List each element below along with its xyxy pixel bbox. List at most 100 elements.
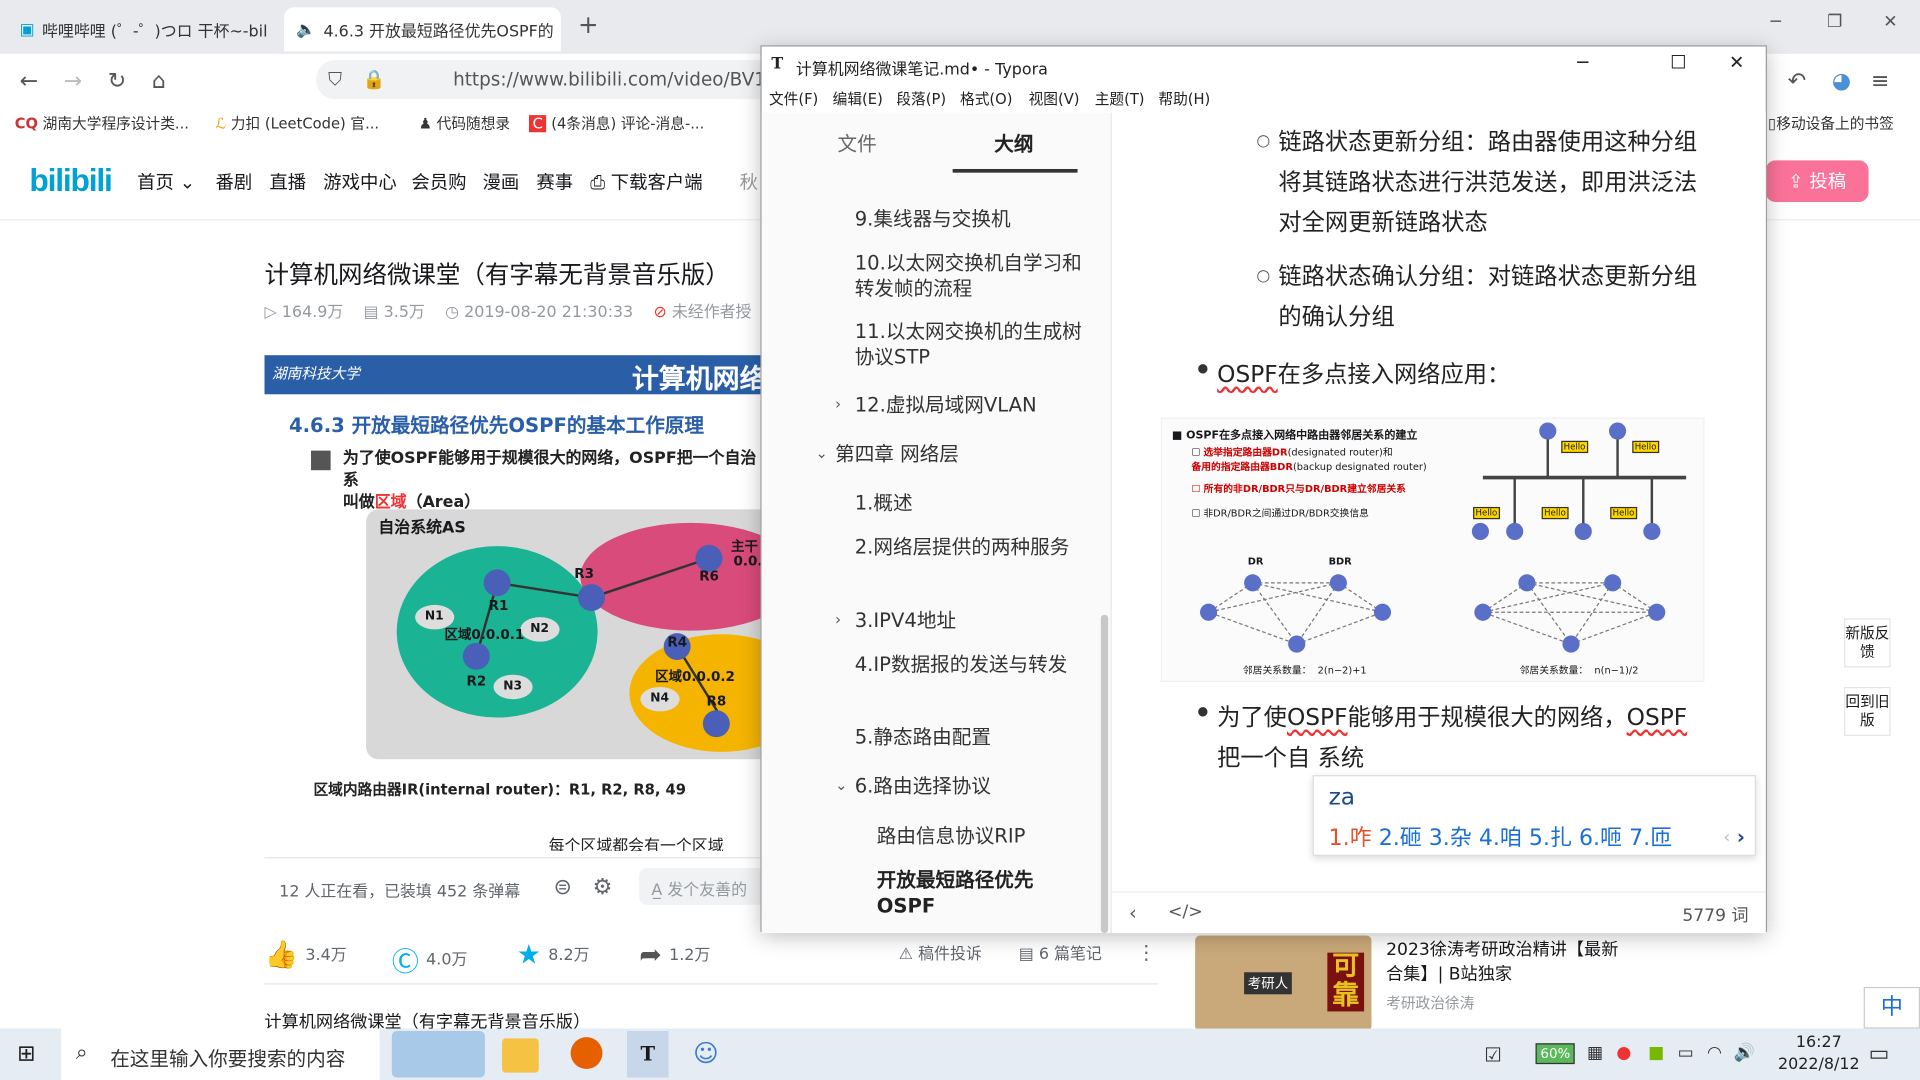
outline-item[interactable]: 4.IP数据报的发送与转发: [855, 651, 1088, 677]
outline-item[interactable]: 11.以太网交换机的生成树协议STP: [855, 318, 1088, 369]
ime-prev-icon[interactable]: ‹: [1723, 828, 1730, 848]
bookmark-item[interactable]: CQ 湖南大学程序设计类...: [15, 113, 189, 134]
nav-home[interactable]: 首页 ⌄: [137, 169, 195, 195]
bookmark-item[interactable]: ℒ 力扣 (LeetCode) 官...: [216, 113, 380, 134]
tray-app-icon[interactable]: ▦: [1587, 1043, 1603, 1063]
nav-download[interactable]: ⎙ 下载客户端: [590, 169, 702, 195]
nav-match[interactable]: 赛事: [536, 169, 573, 195]
nav-live[interactable]: 直播: [269, 169, 306, 195]
taskbar-clock[interactable]: 16:27 2022/8/12: [1778, 1032, 1860, 1076]
ime-indicator[interactable]: 中: [1863, 986, 1920, 1029]
search-input[interactable]: 秋: [740, 169, 758, 195]
task-view-icon[interactable]: ☑: [1484, 1043, 1502, 1066]
nav-manga[interactable]: 漫画: [482, 169, 519, 195]
outline-item[interactable]: 9.集线器与交换机: [855, 206, 1011, 232]
nav-mall[interactable]: 会员购: [411, 169, 466, 195]
tray-qq-icon[interactable]: ●: [1616, 1043, 1631, 1063]
menu-edit[interactable]: 编辑(E): [833, 88, 883, 109]
nvidia-icon[interactable]: ■: [1648, 1043, 1664, 1063]
report-button[interactable]: ⚠ 稿件投诉: [899, 940, 982, 963]
tab-bilibili-home[interactable]: ▣ 哔哩哔哩 (゜-゜)つロ 干杯~-bil ×: [7, 7, 276, 51]
ime-candidates[interactable]: 1.咋 2.砸 3.杂 4.咱 5.扎 6.咂 7.匝: [1329, 820, 1673, 852]
battery-icon[interactable]: ▭: [1678, 1043, 1694, 1063]
typora-task-icon[interactable]: T: [626, 1031, 669, 1078]
file-explorer-icon[interactable]: [502, 1038, 539, 1073]
outline-item-active[interactable]: 开放最短路径优先OSPF: [877, 867, 1073, 918]
lock-icon[interactable]: 🔒: [362, 69, 385, 91]
wifi-icon[interactable]: ◠: [1707, 1043, 1722, 1063]
close-tab-icon[interactable]: ×: [554, 20, 561, 38]
new-tab-button[interactable]: +: [578, 10, 599, 39]
undo-icon[interactable]: ↶: [1788, 69, 1806, 95]
notification-icon[interactable]: ▭: [1869, 1041, 1890, 1067]
minimize-icon[interactable]: ─: [1577, 51, 1588, 73]
share-button[interactable]: ➦ 1.2万: [639, 940, 710, 971]
outline-item[interactable]: › 12.虚拟局域网VLAN: [835, 392, 1037, 418]
menu-paragraph[interactable]: 段落(P): [896, 88, 946, 109]
menu-file[interactable]: 文件(F): [769, 88, 818, 109]
rec-author[interactable]: 考研政治徐涛: [1386, 992, 1474, 1013]
danmaku-settings-icon[interactable]: ⚙: [593, 874, 613, 900]
paragraph-line-editing[interactable]: 把一个自 系统: [1217, 738, 1364, 778]
search-highlight-image[interactable]: [391, 1031, 485, 1078]
minimize-icon[interactable]: ─: [1771, 12, 1781, 32]
forward-icon[interactable]: →: [64, 69, 82, 95]
menu-view[interactable]: 视图(V): [1029, 88, 1080, 109]
old-version-button[interactable]: 回到旧版: [1844, 686, 1891, 736]
restore-icon[interactable]: ❐: [1827, 12, 1842, 32]
chevron-left-icon[interactable]: ‹: [1129, 901, 1137, 924]
outline-item[interactable]: › 3.IPV4地址: [835, 607, 956, 633]
close-window-icon[interactable]: ✕: [1883, 12, 1897, 32]
extension-icon[interactable]: ◕: [1832, 69, 1851, 95]
bookmark-item[interactable]: ♟ 代码随想录: [419, 113, 510, 134]
tab-outline[interactable]: 大纲: [994, 127, 1033, 156]
notes-button[interactable]: ▤ 6 篇笔记: [1019, 940, 1102, 963]
battery-meter[interactable]: 60%: [1535, 1043, 1576, 1065]
tab-files[interactable]: 文件: [838, 127, 877, 156]
address-bar[interactable]: https://www.bilibili.com/video/BV1c4: [315, 60, 782, 100]
source-code-icon[interactable]: </>: [1168, 902, 1203, 922]
windows-start-icon[interactable]: ⊞: [17, 1041, 35, 1067]
firefox-icon[interactable]: [570, 1037, 603, 1069]
outline-item[interactable]: ⌄ 6.路由选择协议: [835, 773, 991, 799]
rec-title[interactable]: 2023徐涛考研政治精讲【最新合集】| B站独家: [1386, 938, 1631, 987]
like-button[interactable]: 👍 3.4万: [264, 940, 346, 971]
menu-icon[interactable]: ≡: [1871, 69, 1889, 95]
volume-icon[interactable]: 🔊: [1734, 1043, 1755, 1063]
outline-item[interactable]: 10.以太网交换机自学习和转发帧的流程: [855, 250, 1088, 301]
nav-bangumi[interactable]: 番剧: [216, 169, 253, 195]
upload-button[interactable]: ⇪ 投稿: [1765, 160, 1869, 203]
shield-icon[interactable]: ⛉: [328, 69, 342, 91]
home-icon[interactable]: ⌂: [152, 69, 166, 95]
outline-item[interactable]: 路由信息协议RIP: [877, 823, 1026, 849]
embedded-image[interactable]: ■ OSPF在多点接入网络中路由器邻居关系的建立 ☐ 选举指定路由器DR(des…: [1160, 417, 1705, 683]
taskbar-search[interactable]: ⌕ 在这里输入你要搜索的内容: [61, 1028, 380, 1080]
close-tab-icon[interactable]: ×: [268, 20, 277, 38]
ime-next-icon[interactable]: ›: [1737, 825, 1745, 848]
bilibili-logo[interactable]: bilibili: [29, 162, 112, 200]
user-app-icon[interactable]: ☺: [693, 1038, 719, 1067]
close-icon[interactable]: ✕: [1729, 51, 1744, 73]
menu-format[interactable]: 格式(O): [960, 88, 1012, 109]
danmaku-toggle-icon[interactable]: ⊜: [553, 874, 571, 900]
outline-item[interactable]: 2.网络层提供的两种服务: [855, 534, 1088, 560]
back-icon[interactable]: ←: [20, 69, 38, 95]
recommended-video[interactable]: 考研人 可靠 2023徐涛考研政治精讲【最新合集】| B站独家 考研政治徐涛: [1195, 935, 1758, 1032]
bookmark-mobile[interactable]: ▯移动设备上的书签: [1768, 113, 1894, 134]
feedback-button[interactable]: 新版反馈: [1844, 618, 1891, 668]
bookmark-item[interactable]: C (4条消息) 评论-消息-...: [528, 113, 704, 134]
tab-ospf-video[interactable]: 🔈 4.6.3 开放最短路径优先OSPF的 ×: [284, 7, 561, 52]
reload-icon[interactable]: ↻: [108, 69, 126, 95]
favorite-button[interactable]: ★ 8.2万: [517, 940, 590, 971]
menu-theme[interactable]: 主题(T): [1095, 88, 1145, 109]
coin-button[interactable]: Ⓒ 4.0万: [392, 940, 468, 979]
more-icon[interactable]: ⋮: [1136, 940, 1156, 963]
danmaku-input[interactable]: A̲ 发个友善的: [639, 868, 774, 905]
menu-help[interactable]: 帮助(H): [1158, 88, 1210, 109]
video-player[interactable]: 湖南科技大学 计算机网络 4.6.3 开放最短路径优先OSPF的基本工作原理 为…: [264, 355, 767, 852]
outline-item[interactable]: ⌄ 第四章 网络层: [816, 441, 959, 467]
outline-item[interactable]: 5.静态路由配置: [855, 724, 991, 750]
outline-item[interactable]: 1.概述: [855, 490, 913, 516]
sidebar-scrollbar[interactable]: [1100, 614, 1109, 934]
rec-thumbnail[interactable]: 考研人 可靠: [1195, 935, 1372, 1032]
